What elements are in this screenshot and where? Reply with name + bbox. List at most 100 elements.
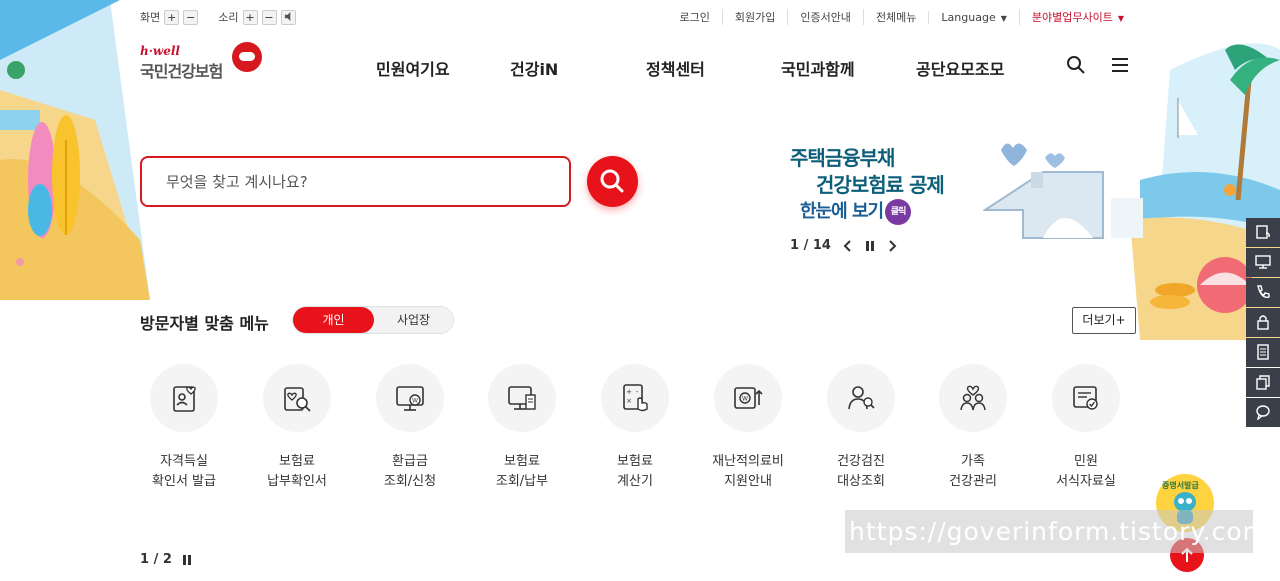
visitor-menu-item[interactable]: 민원서식자료실: [1036, 364, 1136, 492]
gnb-item-public[interactable]: 국민과함께: [781, 56, 855, 80]
quick-chat-button[interactable]: [1246, 398, 1280, 427]
monitor-user-icon: [1255, 255, 1271, 269]
pause-icon[interactable]: [182, 554, 192, 566]
certificate-icon: [1256, 225, 1270, 239]
document-check-icon: [1073, 386, 1098, 410]
promo-banner[interactable]: 주택금융부채 건강보험료 공제 한눈에 보기 클릭: [785, 138, 1145, 248]
quick-document-button[interactable]: [1246, 338, 1280, 367]
family-site-label: 분야별업무사이트: [1031, 11, 1113, 24]
certificate-guide-link[interactable]: 인증서안내: [787, 9, 863, 25]
menu-item-label-line2: 지원안내: [724, 474, 772, 489]
quick-phone-button[interactable]: [1246, 278, 1280, 307]
people-search-icon: [848, 386, 875, 410]
caret-down-icon: ▼: [1117, 14, 1124, 23]
menu-item-label-line1: 보험료: [617, 454, 653, 469]
menu-item-label-line1: 민원: [1074, 454, 1098, 469]
visitor-menu-item[interactable]: W 재난적의료비지원안내: [698, 364, 798, 492]
search-icon: [600, 169, 624, 193]
chat-icon: [1256, 405, 1270, 420]
menu-item-label: 가족 건강관리: [923, 452, 1023, 492]
quick-copy-button[interactable]: [1246, 368, 1280, 397]
utility-bar: 화면 + − 소리 + − 로그인 회원가입 인증서안내 전체메뉴 Langua…: [140, 8, 1136, 26]
search-input[interactable]: [142, 158, 569, 205]
beach-illustration-left: [0, 0, 150, 300]
screen-zoom-label: 화면: [140, 11, 161, 24]
menu-icon-circle: [1052, 364, 1120, 432]
copy-icon: [1256, 375, 1270, 390]
gnb-item-civil[interactable]: 민원여기요: [376, 56, 450, 80]
banner-pager: 1 / 14: [790, 238, 897, 253]
login-link[interactable]: 로그인: [667, 9, 721, 25]
visitor-menu-item[interactable]: 보험료 조회/납부: [472, 364, 572, 492]
quick-certificate-button[interactable]: [1246, 218, 1280, 247]
menu-item-label-line2: 서식자료실: [1056, 474, 1116, 489]
visitor-menu-item[interactable]: 건강검진 대상조회: [811, 364, 911, 492]
gnb-item-policy[interactable]: 정책센터: [646, 56, 705, 80]
chevron-left-icon[interactable]: [843, 239, 853, 252]
visitor-menu-item[interactable]: 보험료납부확인서: [247, 364, 347, 492]
menu-item-label-line1: 가족: [961, 454, 985, 469]
menu-item-label: 보험료 조회/납부: [472, 452, 572, 492]
menu-item-label-line2: 확인서 발급: [152, 474, 216, 489]
sound-up-button[interactable]: +: [242, 9, 258, 25]
banner-click-badge: 클릭: [885, 199, 912, 225]
all-menu-link[interactable]: 전체메뉴: [862, 9, 928, 25]
language-select[interactable]: Language ▼: [928, 10, 1018, 24]
search-button[interactable]: [587, 156, 638, 207]
menu-icon-circle: [827, 364, 895, 432]
quick-menu-bar: [1246, 218, 1280, 428]
banner-line-1: 주택금융부채: [790, 146, 895, 170]
quick-monitor-button[interactable]: [1246, 248, 1280, 277]
monitor-won-icon: W: [396, 386, 424, 411]
search-field: [140, 156, 571, 207]
tab-business[interactable]: 사업장: [374, 307, 453, 333]
family-site-select[interactable]: 분야별업무사이트 ▼: [1018, 9, 1136, 25]
menu-item-label: 환급금 조회/신청: [360, 452, 460, 492]
visitor-menu-item[interactable]: + - × 보험료 계산기: [585, 364, 685, 492]
signup-link[interactable]: 회원가입: [721, 9, 787, 25]
visitor-menu-item[interactable]: W 환급금 조회/신청: [360, 364, 460, 492]
speaker-icon[interactable]: [280, 9, 296, 25]
document-icon: [1257, 344, 1269, 360]
menu-item-label: 민원서식자료실: [1036, 452, 1136, 492]
svg-text:-: -: [636, 388, 639, 396]
menu-item-label: 보험료계산기: [585, 452, 685, 492]
tab-personal[interactable]: 개인: [293, 307, 374, 333]
menu-item-label-line2: 납부확인서: [267, 474, 327, 489]
more-button[interactable]: 더보기+: [1072, 307, 1136, 334]
house-illustration: [983, 143, 1143, 239]
menu-icon-circle: W: [376, 364, 444, 432]
pause-icon[interactable]: [865, 240, 875, 252]
sound-label: 소리: [218, 11, 239, 24]
svg-text:+: +: [626, 388, 632, 396]
menu-item-label-line2: 대상조회: [837, 474, 885, 489]
document-search-icon: [284, 387, 311, 412]
chevron-right-icon[interactable]: [887, 239, 897, 252]
screen-zoom-out-button[interactable]: −: [183, 9, 199, 25]
menu-icon-circle: [939, 364, 1007, 432]
sound-control: 소리 + −: [218, 9, 296, 25]
banner-page-count: 1 / 14: [790, 238, 831, 253]
quick-lock-button[interactable]: [1246, 308, 1280, 337]
menu-item-label-line1: 자격득실: [160, 454, 208, 469]
visitor-menu-item[interactable]: 자격득실확인서 발급: [134, 364, 234, 492]
menu-page-count: 1 / 2: [140, 552, 172, 567]
sound-down-button[interactable]: −: [261, 9, 277, 25]
hamburger-menu-icon[interactable]: [1110, 55, 1130, 75]
gnb-item-about[interactable]: 공단요모조모: [916, 56, 1004, 80]
logo-mark-icon: [232, 42, 262, 72]
menu-item-label-line1: 재난적의료비: [712, 454, 784, 469]
menu-item-label-line2: 계산기: [617, 474, 653, 489]
search-icon[interactable]: [1066, 55, 1086, 75]
monitor-document-icon: [508, 386, 536, 410]
nhis-logo[interactable]: h·well 국민건강보험: [140, 42, 270, 86]
menu-item-label-line1: 보험료: [504, 454, 540, 469]
gnb-item-health[interactable]: 건강iN: [510, 56, 558, 80]
visitor-menu-item[interactable]: 가족 건강관리: [923, 364, 1023, 492]
menu-icon-circle: W: [714, 364, 782, 432]
menu-icon-circle: [263, 364, 331, 432]
menu-item-label-line1: 보험료: [279, 454, 315, 469]
screen-zoom-in-button[interactable]: +: [164, 9, 180, 25]
family-heart-icon: [960, 385, 986, 411]
caret-down-icon: ▼: [1000, 13, 1007, 23]
